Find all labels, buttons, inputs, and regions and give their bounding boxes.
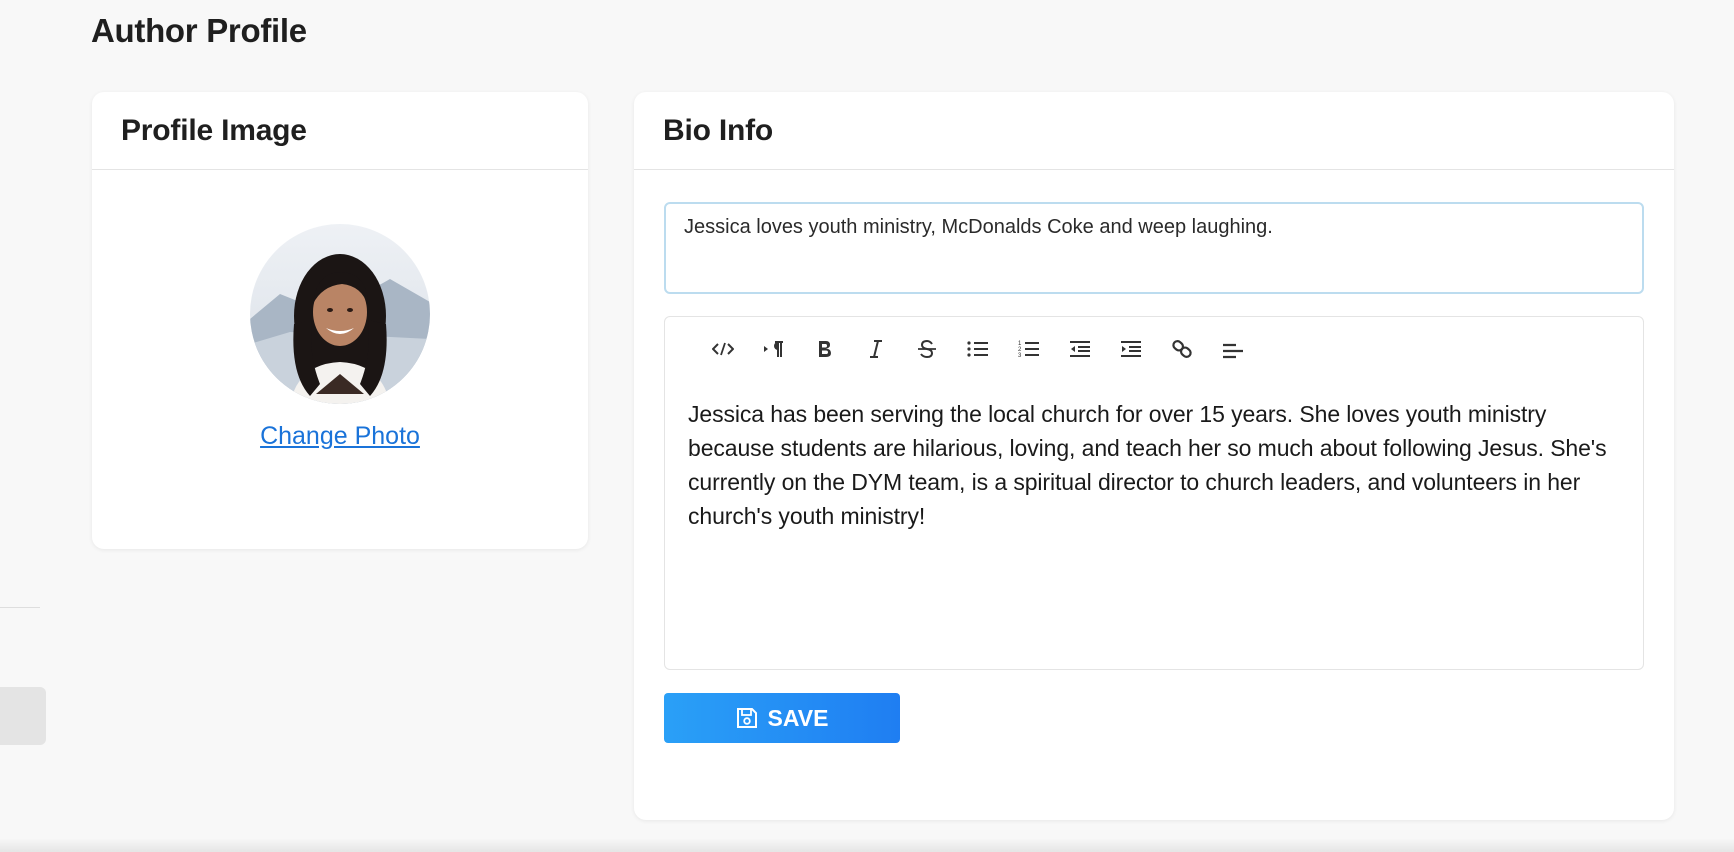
avatar-photo: [250, 224, 430, 404]
strikethrough-icon[interactable]: [901, 331, 952, 367]
bold-icon[interactable]: [799, 331, 850, 367]
bio-info-card-header: Bio Info: [634, 92, 1674, 170]
save-button-label: SAVE: [767, 704, 829, 731]
outdent-icon[interactable]: [1054, 331, 1105, 367]
change-photo-link[interactable]: Change Photo: [92, 422, 588, 451]
bio-text[interactable]: Jessica has been serving the local churc…: [688, 397, 1628, 533]
avatar: [250, 224, 430, 404]
indent-icon[interactable]: [1105, 331, 1156, 367]
bio-info-card: Bio Info Jessica loves youth ministry, M…: [634, 92, 1674, 820]
numbered-list-icon[interactable]: 123: [1003, 331, 1054, 367]
save-icon: [736, 708, 757, 728]
italic-icon[interactable]: [850, 331, 901, 367]
align-icon[interactable]: [1207, 331, 1258, 367]
profile-image-card-title: Profile Image: [121, 113, 307, 147]
code-view-icon[interactable]: [697, 331, 748, 367]
page-title: Author Profile: [91, 12, 307, 49]
editor-toolbar: 123: [697, 331, 1258, 367]
sidebar-divider: [0, 607, 40, 608]
bio-rich-text-editor[interactable]: 123 Jessica has been serving the local c…: [664, 316, 1644, 670]
profile-image-card: Profile Image Change Photo: [92, 92, 588, 549]
paragraph-icon[interactable]: [748, 331, 799, 367]
bio-info-card-title: Bio Info: [663, 113, 774, 147]
bottom-edge: [0, 838, 1734, 852]
link-icon[interactable]: [1156, 331, 1207, 367]
tagline-input[interactable]: Jessica loves youth ministry, McDonalds …: [664, 202, 1644, 294]
save-button[interactable]: SAVE: [664, 693, 900, 743]
bullet-list-icon[interactable]: [952, 331, 1003, 367]
svg-text:3: 3: [1018, 353, 1022, 359]
sidebar-tab[interactable]: [0, 687, 46, 745]
profile-image-card-header: Profile Image: [92, 92, 588, 170]
